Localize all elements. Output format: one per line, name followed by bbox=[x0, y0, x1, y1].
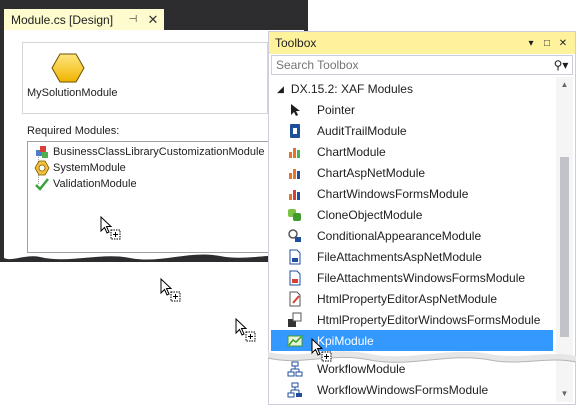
drag-cursor-icon bbox=[235, 318, 256, 342]
toolbox-search-box: ⚲▾ bbox=[271, 55, 573, 75]
toolbox-item-conditional-appearance[interactable]: ConditionalAppearanceModule bbox=[271, 225, 553, 246]
scroll-up-icon[interactable]: ▲ bbox=[556, 77, 573, 93]
required-modules-label: Required Modules: bbox=[27, 125, 120, 137]
toolbox-item-file-attachments-aspnet[interactable]: FileAttachmentsAspNetModule bbox=[271, 246, 553, 267]
close-icon[interactable]: ✕ bbox=[146, 12, 160, 28]
toolbox-item-chart[interactable]: ChartModule bbox=[271, 141, 553, 162]
audit-trail-icon bbox=[290, 123, 300, 138]
drag-cursor-icon bbox=[311, 338, 332, 362]
system-module-icon bbox=[34, 160, 50, 176]
required-module-label: SystemModule bbox=[53, 162, 126, 174]
html-editor-aspnet-icon bbox=[289, 291, 301, 306]
required-module-label: ValidationModule bbox=[53, 178, 137, 190]
kpi-icon bbox=[287, 335, 303, 346]
document-tab-title: Module.cs [Design] bbox=[11, 12, 114, 27]
toolbox-item-label: ChartAspNetModule bbox=[317, 165, 426, 180]
toolbox-item-workflow-winforms[interactable]: WorkflowWindowsFormsModule bbox=[271, 379, 553, 399]
workflow-winforms-icon bbox=[287, 382, 302, 397]
required-module-item[interactable]: BusinessClassLibraryCustomizationModule bbox=[34, 144, 265, 160]
drag-cursor-icon bbox=[100, 216, 121, 240]
pointer-icon bbox=[291, 103, 300, 116]
toolbox-item-label: CloneObjectModule bbox=[317, 207, 423, 222]
toolbox-item-html-editor-winforms[interactable]: HtmlPropertyEditorWindowsFormsModule bbox=[271, 309, 553, 330]
conditional-appearance-icon bbox=[288, 228, 301, 242]
toolbox-item-clone-object[interactable]: CloneObjectModule bbox=[271, 204, 553, 225]
required-modules-list[interactable]: BusinessClassLibraryCustomizationModule … bbox=[27, 141, 270, 253]
close-icon[interactable]: ✕ bbox=[555, 38, 571, 49]
module-name-label: MySolutionModule bbox=[27, 87, 118, 99]
toolbox-item-label: FileAttachmentsWindowsFormsModule bbox=[317, 270, 526, 285]
toolbox-item-audit-trail[interactable]: AuditTrailModule bbox=[271, 120, 553, 141]
toolbox-item-label: HtmlPropertyEditorAspNetModule bbox=[317, 291, 498, 306]
expand-triangle-icon[interactable]: ◢ bbox=[277, 84, 284, 95]
toolbox-scrollbar[interactable]: ▲ ▼ bbox=[556, 77, 573, 402]
module-panel: MySolutionModule bbox=[22, 42, 268, 114]
scroll-down-icon[interactable]: ▼ bbox=[556, 386, 573, 402]
business-class-icon bbox=[36, 146, 48, 158]
toolbox-item-file-attachments-winforms[interactable]: FileAttachmentsWindowsFormsModule bbox=[271, 267, 553, 288]
toolbox-item-chart-aspnet[interactable]: ChartAspNetModule bbox=[271, 162, 553, 183]
toolbox-search-input[interactable] bbox=[276, 58, 550, 72]
chart-icon bbox=[289, 147, 300, 158]
toolbox-item-label: WorkflowModule bbox=[317, 361, 406, 376]
module-hexagon-icon[interactable] bbox=[51, 53, 85, 83]
toolbox-group-header[interactable]: ◢ DX.15.2: XAF Modules bbox=[277, 82, 413, 96]
toolbox-item-label: ChartWindowsFormsModule bbox=[317, 186, 469, 201]
toolbox-item-label: FileAttachmentsAspNetModule bbox=[317, 249, 482, 264]
toolbox-item-label: WorkflowWindowsFormsModule bbox=[317, 382, 489, 397]
file-attachments-winforms-icon bbox=[289, 270, 301, 285]
toolbox-item-label: HtmlPropertyEditorWindowsFormsModule bbox=[317, 312, 541, 327]
file-attachments-aspnet-icon bbox=[289, 249, 301, 264]
toolbox-title: Toolbox bbox=[275, 36, 317, 50]
toolbox-item-label: ChartModule bbox=[317, 144, 386, 159]
toolbox-item-chart-winforms[interactable]: ChartWindowsFormsModule bbox=[271, 183, 553, 204]
chart-aspnet-icon bbox=[289, 168, 300, 179]
required-module-item[interactable]: ValidationModule bbox=[34, 176, 137, 192]
clone-object-icon bbox=[288, 208, 301, 221]
pin-icon[interactable]: ⊣ bbox=[126, 14, 140, 25]
toolbox-item-pointer[interactable]: Pointer bbox=[271, 99, 553, 120]
required-module-item[interactable]: SystemModule bbox=[34, 160, 126, 176]
workflow-icon bbox=[287, 361, 303, 376]
document-tab[interactable]: Module.cs [Design] ⊣ ✕ bbox=[4, 9, 164, 30]
validation-icon bbox=[35, 178, 49, 191]
maximize-icon[interactable]: □ bbox=[539, 38, 555, 49]
toolbox-item-html-editor-aspnet[interactable]: HtmlPropertyEditorAspNetModule bbox=[271, 288, 553, 309]
chart-winforms-icon bbox=[289, 189, 300, 200]
scrollbar-thumb[interactable] bbox=[560, 157, 569, 337]
search-icon[interactable]: ⚲▾ bbox=[550, 58, 572, 72]
html-editor-winforms-icon bbox=[288, 312, 302, 327]
toolbox-item-label: Pointer bbox=[317, 102, 356, 117]
toolbox-group-label: DX.15.2: XAF Modules bbox=[290, 82, 413, 96]
drag-cursor-icon bbox=[160, 278, 181, 302]
dropdown-icon[interactable]: ▾ bbox=[523, 38, 539, 49]
required-module-label: BusinessClassLibraryCustomizationModule bbox=[53, 146, 265, 158]
toolbox-item-label: ConditionalAppearanceModule bbox=[317, 228, 482, 243]
toolbox-item-label: AuditTrailModule bbox=[317, 123, 407, 138]
toolbox-title-bar[interactable]: Toolbox ▾ □ ✕ bbox=[269, 32, 575, 54]
designer-window: Module.cs [Design] ⊣ ✕ MySolutionModule … bbox=[0, 0, 312, 262]
